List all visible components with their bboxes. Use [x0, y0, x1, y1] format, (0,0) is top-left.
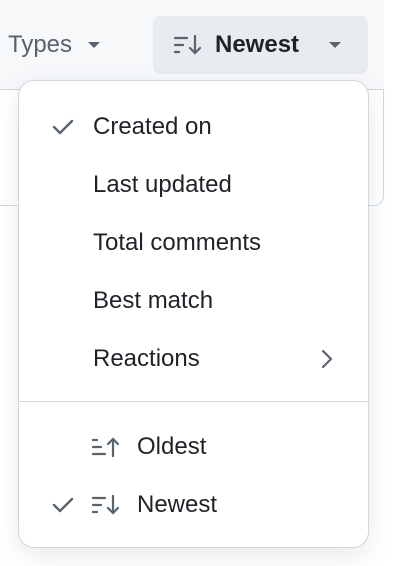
menu-item-label: Total comments [93, 229, 262, 256]
menu-item-label: Best match [93, 287, 214, 314]
sort-descending-icon [173, 34, 202, 55]
menu-item-oldest[interactable]: Oldest [19, 418, 368, 476]
check-icon [52, 119, 74, 135]
menu-divider [19, 401, 368, 402]
menu-item-label: Reactions [93, 345, 200, 372]
sort-menu-stage: Types Newest Created on Last updated Tot… [0, 0, 400, 566]
caret-down-icon [88, 42, 101, 48]
sort-descending-icon [91, 494, 120, 515]
menu-item-last-updated[interactable]: Last updated [19, 156, 368, 214]
types-filter-button[interactable]: Types [0, 14, 110, 76]
menu-item-total-comments[interactable]: Total comments [19, 214, 368, 272]
sort-button[interactable]: Newest [153, 16, 368, 74]
menu-item-newest[interactable]: Newest [19, 476, 368, 534]
menu-item-reactions[interactable]: Reactions [19, 330, 368, 388]
menu-item-label: Created on [93, 113, 212, 140]
menu-item-label: Last updated [93, 171, 232, 198]
menu-item-created-on[interactable]: Created on [19, 98, 368, 156]
chevron-right-icon [321, 349, 333, 369]
types-label: Types [8, 31, 73, 58]
sort-dropdown-menu: Created on Last updated Total comments B… [18, 80, 369, 548]
sort-ascending-icon [91, 437, 120, 458]
caret-down-icon [329, 42, 342, 48]
check-icon [52, 497, 74, 513]
menu-item-label: Oldest [137, 433, 207, 460]
sort-label: Newest [215, 31, 300, 58]
menu-item-best-match[interactable]: Best match [19, 272, 368, 330]
menu-item-label: Newest [137, 491, 218, 518]
